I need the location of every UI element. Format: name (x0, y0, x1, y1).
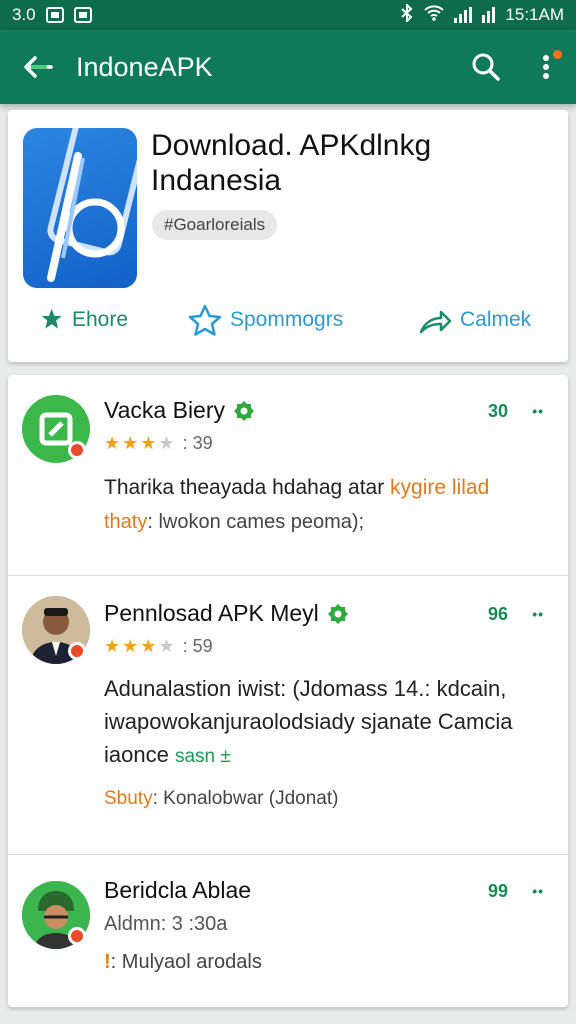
avatar-badge-icon (68, 642, 86, 660)
description-tag: sasn ± (174, 746, 231, 767)
star-empty-icon: ★ (158, 433, 175, 453)
item-more-icon[interactable]: •• (532, 403, 544, 419)
action-pin-label: Ehore (72, 308, 129, 331)
signal-icon (454, 7, 473, 23)
action-share-label: Calmek (460, 308, 532, 331)
avatar-badge-icon (68, 927, 86, 945)
app-logo-icon (23, 128, 137, 288)
item-description: Adunalastion iwist: (Jdomass 14.: kdcain… (104, 672, 544, 773)
alert-icon: ! (104, 951, 111, 973)
meta-highlight: Sbuty (104, 788, 153, 809)
verified-icon (327, 603, 348, 624)
status-bar: 3.0 15:1AM (0, 0, 576, 30)
app-list: Vacka Biery 30 •• ★ ★ ★ ★ : 39 Tharika thea… (8, 375, 568, 1007)
notification-dot (553, 50, 562, 59)
status-time-right: 15:1AM (505, 5, 564, 24)
description-line: iaonce sasn ± (104, 738, 544, 773)
meta-text: : Mulyaol arodals (110, 951, 262, 973)
avatar-badge-icon (68, 441, 86, 459)
wifi-icon (424, 4, 445, 26)
item-meta: !: Mulyaol arodals (104, 951, 262, 974)
star-empty-icon: ★ (158, 636, 175, 656)
item-count: 30 (487, 401, 508, 421)
description-line: iwapowokanjuraolodsiady sjanate Camcia (104, 709, 513, 734)
star-icon: ★ (122, 636, 139, 656)
item-title: Pennlosad APK Meyl (104, 600, 349, 627)
description-text: Tharika theayada hdahag atar (104, 476, 391, 499)
search-icon (472, 53, 500, 81)
star-icon: ★ (140, 433, 157, 453)
list-item[interactable]: Pennlosad APK Meyl 96 •• ★ ★ ★ ★ : 59 Aduna… (8, 576, 568, 854)
rating-text: : 39 (182, 433, 213, 453)
meta-highlight: thaty (104, 511, 148, 533)
rating-text: : 59 (182, 636, 213, 656)
action-star-button[interactable]: Spommogrs (188, 300, 343, 340)
featured-app-title: Download. APKdlnkg Indanesia (151, 129, 432, 197)
bluetooth-icon (400, 2, 414, 27)
item-more-icon[interactable]: •• (532, 883, 544, 899)
more-button[interactable] (516, 30, 576, 104)
status-time-left: 3.0 (12, 5, 36, 24)
item-more-icon[interactable]: •• (532, 606, 544, 622)
meta-text: : Konalobwar (Jdonat) (152, 788, 339, 809)
item-meta: thaty: lwokon cames peoma); (104, 511, 364, 534)
app-notification-icon (73, 7, 92, 23)
more-vert-icon (543, 55, 549, 79)
item-count: 99 (487, 881, 508, 901)
item-meta: Sbuty: Konalobwar (Jdonat) (104, 788, 338, 810)
list-item[interactable]: Vacka Biery 30 •• ★ ★ ★ ★ : 39 Tharika thea… (8, 375, 568, 575)
item-title: Vacka Biery (104, 397, 255, 424)
app-bar-title: IndoneAPK (76, 51, 213, 82)
star-icon: ★ (140, 636, 157, 656)
item-title: Beridcla Ablae (104, 877, 251, 904)
star-outline-icon (188, 304, 222, 336)
item-title-text: Pennlosad APK Meyl (104, 600, 319, 626)
action-star-label: Spommogrs (230, 308, 344, 331)
share-icon (419, 310, 452, 334)
list-item[interactable]: Beridcla Ablae 99 •• Aldmn: 3 :30a !: Mu… (8, 855, 568, 1007)
description-line: Adunalastion iwist: (Jdomass 14.: kdcain… (104, 676, 507, 701)
item-subtitle: Aldmn: 3 :30a (104, 913, 228, 935)
pin-icon (41, 308, 62, 329)
description-highlight: kygire lilad (390, 476, 490, 499)
app-bar: IndoneAPK (0, 30, 576, 104)
star-icon: ★ (122, 433, 139, 453)
gallery-notification-icon (45, 7, 64, 23)
verified-icon (234, 400, 255, 421)
item-count: 96 (487, 604, 508, 624)
category-chip[interactable]: #Goarloreials (152, 210, 278, 240)
search-button[interactable] (456, 30, 516, 104)
item-description: Tharika theayada hdahag atar kygire lila… (104, 471, 544, 504)
featured-app-card[interactable]: Download. APKdlnkg Indanesia #Goarloreia… (8, 110, 568, 362)
meta-text: : lwokon cames peoma); (147, 511, 365, 533)
back-button[interactable] (0, 30, 76, 104)
star-icon: ★ (104, 433, 121, 453)
description-text: iaonce (104, 742, 175, 767)
rating-stars: ★ ★ ★ ★ : 59 (104, 636, 213, 657)
back-arrow-icon (24, 56, 53, 78)
action-share-button[interactable]: Calmek (418, 300, 531, 340)
action-pin-button[interactable]: Ehore (40, 300, 128, 340)
star-icon: ★ (104, 636, 121, 656)
rating-stars: ★ ★ ★ ★ : 39 (104, 433, 213, 454)
item-title-text: Vacka Biery (104, 397, 226, 423)
item-title-text: Beridcla Ablae (104, 877, 252, 903)
signal-2-icon (482, 7, 496, 23)
